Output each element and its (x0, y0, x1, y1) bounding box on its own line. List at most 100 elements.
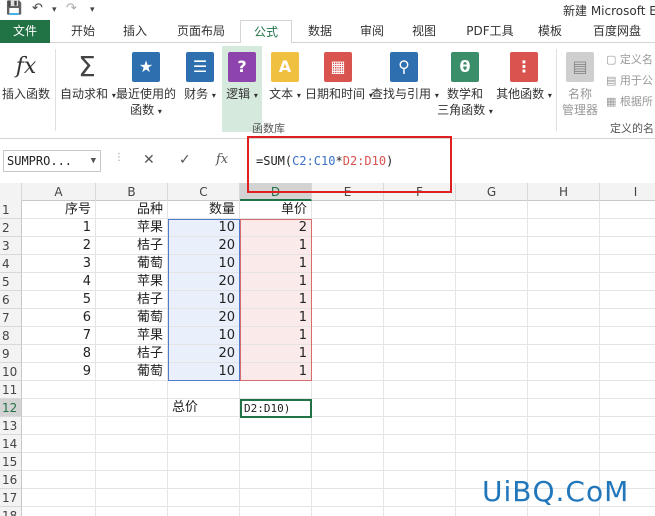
row-header-12[interactable]: 12 (0, 399, 22, 417)
cell-c17[interactable] (168, 489, 240, 507)
cell-e5[interactable] (312, 273, 384, 291)
cell-f11[interactable] (384, 381, 456, 399)
row-header-1[interactable]: 1 (0, 201, 22, 219)
cell-f6[interactable] (384, 291, 456, 309)
row-header-8[interactable]: 8 (0, 327, 22, 345)
worksheet-grid[interactable]: ABCDEFGHI 1 序号 品种 数量 单价 2 1 苹果 10 2 3 2 桔子 20 1 4 3 葡萄 10 1… (0, 183, 655, 516)
chevron-down-icon[interactable]: ▼ (91, 151, 96, 171)
cell-e1[interactable] (312, 201, 384, 219)
tab-pdf-tools[interactable]: PDF工具 (460, 20, 520, 43)
cell-d1[interactable]: 单价 (240, 201, 312, 219)
financial-button[interactable]: ☰ 财务 ▾ (180, 46, 220, 132)
row-header-11[interactable]: 11 (0, 381, 22, 399)
row-header-6[interactable]: 6 (0, 291, 22, 309)
cell-e7[interactable] (312, 309, 384, 327)
cell-e8[interactable] (312, 327, 384, 345)
row-header-7[interactable]: 7 (0, 309, 22, 327)
cell-f4[interactable] (384, 255, 456, 273)
cell-f10[interactable] (384, 363, 456, 381)
use-in-formula-button[interactable]: ▤ 用于公 (606, 72, 653, 88)
more-functions-button[interactable]: ⋮ 其他函数 ▾ (495, 46, 553, 132)
cell-a1[interactable]: 序号 (22, 201, 96, 219)
tab-insert[interactable]: 插入 (110, 20, 160, 43)
column-header-i[interactable]: I (600, 183, 655, 201)
autosum-button[interactable]: Σ 自动求和 ▾ (60, 46, 116, 132)
cell-g6[interactable] (456, 291, 528, 309)
tab-view[interactable]: 视图 (402, 20, 446, 43)
cell-h2[interactable] (528, 219, 600, 237)
cell-f14[interactable] (384, 435, 456, 453)
cell-a18[interactable] (22, 507, 96, 516)
cell-b14[interactable] (96, 435, 168, 453)
cell-h6[interactable] (528, 291, 600, 309)
cell-g14[interactable] (456, 435, 528, 453)
save-icon[interactable]: 💾 (6, 1, 22, 16)
cell-e18[interactable] (312, 507, 384, 516)
cell-b13[interactable] (96, 417, 168, 435)
row-header-13[interactable]: 13 (0, 417, 22, 435)
cell-h13[interactable] (528, 417, 600, 435)
cell-i15[interactable] (600, 453, 655, 471)
cell-h15[interactable] (528, 453, 600, 471)
cell-i10[interactable] (600, 363, 655, 381)
tab-review[interactable]: 审阅 (350, 20, 394, 43)
cell-h5[interactable] (528, 273, 600, 291)
cell-h8[interactable] (528, 327, 600, 345)
cell-e16[interactable] (312, 471, 384, 489)
active-cell-editor[interactable]: D2:D10) (240, 399, 312, 418)
cell-h11[interactable] (528, 381, 600, 399)
cell-h14[interactable] (528, 435, 600, 453)
cell-b17[interactable] (96, 489, 168, 507)
cell-a6[interactable]: 5 (22, 291, 96, 309)
cell-d15[interactable] (240, 453, 312, 471)
cell-a16[interactable] (22, 471, 96, 489)
cell-g5[interactable] (456, 273, 528, 291)
cell-f18[interactable] (384, 507, 456, 516)
cell-h10[interactable] (528, 363, 600, 381)
undo-icon[interactable]: ↶ (32, 1, 43, 16)
cell-i5[interactable] (600, 273, 655, 291)
select-all-corner[interactable] (0, 183, 22, 201)
fx-icon[interactable]: fx (216, 152, 228, 167)
cell-b16[interactable] (96, 471, 168, 489)
cell-c18[interactable] (168, 507, 240, 516)
undo-dropdown-icon[interactable]: ▾ (52, 5, 57, 15)
cell-g3[interactable] (456, 237, 528, 255)
cell-a3[interactable]: 2 (22, 237, 96, 255)
cell-h4[interactable] (528, 255, 600, 273)
cell-a13[interactable] (22, 417, 96, 435)
cell-g13[interactable] (456, 417, 528, 435)
cell-a9[interactable]: 8 (22, 345, 96, 363)
cell-b15[interactable] (96, 453, 168, 471)
cell-g2[interactable] (456, 219, 528, 237)
tab-formulas[interactable]: 公式 (240, 20, 292, 44)
cell-i7[interactable] (600, 309, 655, 327)
cell-b3[interactable]: 桔子 (96, 237, 168, 255)
cell-g9[interactable] (456, 345, 528, 363)
create-from-selection-button[interactable]: ▦ 根据所 (606, 93, 653, 109)
cell-e12[interactable] (312, 399, 384, 417)
column-header-a[interactable]: A (22, 183, 96, 201)
cell-i1[interactable] (600, 201, 655, 219)
total-label-cell[interactable]: 总价 (168, 399, 240, 417)
math-trig-button[interactable]: θ 数学和 三角函数 ▾ (437, 46, 493, 132)
cell-b18[interactable] (96, 507, 168, 516)
cell-f16[interactable] (384, 471, 456, 489)
recently-used-button[interactable]: ★ 最近使用的 函数 ▾ (114, 46, 178, 132)
cell-i2[interactable] (600, 219, 655, 237)
row-header-17[interactable]: 17 (0, 489, 22, 507)
cell-g18[interactable] (456, 507, 528, 516)
name-box[interactable]: SUMPRO... ▼ (3, 150, 101, 172)
row-header-4[interactable]: 4 (0, 255, 22, 273)
cell-h7[interactable] (528, 309, 600, 327)
cancel-icon[interactable]: ✕ (143, 152, 155, 168)
cell-f17[interactable] (384, 489, 456, 507)
cell-f5[interactable] (384, 273, 456, 291)
cell-d18[interactable] (240, 507, 312, 516)
cell-f8[interactable] (384, 327, 456, 345)
cell-a15[interactable] (22, 453, 96, 471)
cell-d13[interactable] (240, 417, 312, 435)
cell-a5[interactable]: 4 (22, 273, 96, 291)
name-manager-button[interactable]: ▤ 名称 管理器 (558, 46, 602, 132)
cell-i12[interactable] (600, 399, 655, 417)
